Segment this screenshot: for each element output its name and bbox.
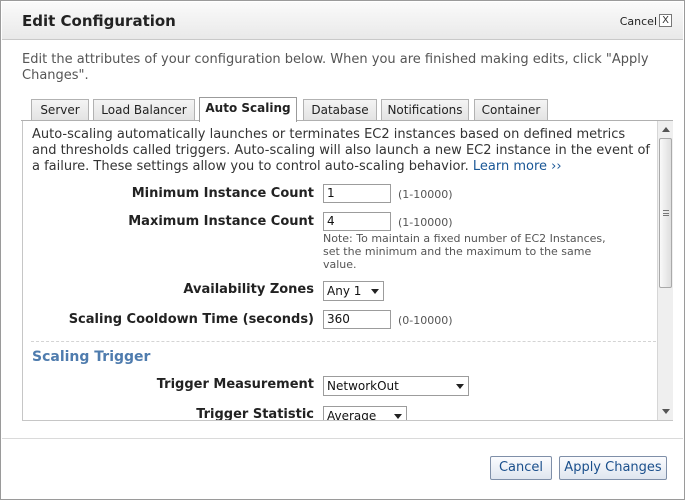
availability-zones-select[interactable]: Any 1 (323, 281, 384, 301)
trigger-statistic-select[interactable]: Average (323, 406, 407, 421)
panel-description: Auto-scaling automatically launches or t… (32, 127, 652, 175)
intro-text: Edit the attributes of your configuratio… (22, 52, 649, 83)
scroll-up-icon[interactable] (662, 127, 670, 132)
titlebar-cancel-link[interactable]: Cancel (620, 15, 657, 28)
availability-zones-value: Any 1 (327, 284, 362, 298)
cooldown-hint: (0-10000) (398, 314, 453, 327)
tab-notifications[interactable]: Notifications (381, 99, 469, 121)
scrollbar-thumb[interactable] (659, 138, 672, 288)
tab-server[interactable]: Server (31, 99, 89, 121)
max-instance-count-hint: (1-10000) (398, 216, 453, 229)
edit-configuration-dialog: Edit Configuration Cancel X Edit the att… (0, 0, 685, 500)
trigger-statistic-value: Average (327, 409, 377, 421)
dropdown-arrow-icon (394, 414, 402, 419)
close-icon[interactable]: X (659, 14, 672, 27)
scroll-down-icon[interactable] (662, 409, 670, 414)
learn-more-link[interactable]: Learn more ›› (473, 159, 562, 174)
tab-load-balancer[interactable]: Load Balancer (93, 99, 195, 121)
max-instance-count-label: Maximum Instance Count (128, 214, 314, 229)
availability-zones-label: Availability Zones (183, 282, 314, 297)
tab-container[interactable]: Container (474, 99, 548, 121)
apply-changes-button[interactable]: Apply Changes (559, 456, 667, 480)
grip-icon (663, 210, 669, 216)
min-instance-count-label: Minimum Instance Count (131, 186, 314, 201)
trigger-statistic-label: Trigger Statistic (196, 407, 314, 421)
cooldown-input[interactable]: 360 (323, 310, 391, 329)
section-divider (31, 341, 656, 342)
footer-divider (2, 438, 683, 439)
min-instance-count-input[interactable]: 1 (323, 184, 391, 203)
trigger-measurement-value: NetworkOut (327, 379, 399, 393)
min-instance-count-hint: (1-10000) (398, 188, 453, 201)
max-instance-count-input[interactable]: 4 (323, 212, 391, 231)
tab-database[interactable]: Database (303, 99, 377, 121)
trigger-measurement-select[interactable]: NetworkOut (323, 376, 469, 396)
tab-auto-scaling[interactable]: Auto Scaling (199, 97, 297, 122)
panel-scrollbar[interactable] (657, 121, 673, 420)
dropdown-arrow-icon (371, 289, 379, 294)
dialog-title: Edit Configuration (22, 12, 176, 30)
trigger-measurement-label: Trigger Measurement (156, 377, 314, 392)
dropdown-arrow-icon (456, 384, 464, 389)
cooldown-label: Scaling Cooldown Time (seconds) (68, 312, 314, 327)
scaling-trigger-heading: Scaling Trigger (32, 349, 151, 365)
dialog-titlebar: Edit Configuration Cancel X (2, 2, 683, 40)
cancel-button[interactable]: Cancel (490, 456, 552, 480)
max-instance-count-note: Note: To maintain a fixed number of EC2 … (323, 232, 606, 271)
auto-scaling-panel: Auto-scaling automatically launches or t… (22, 121, 673, 421)
